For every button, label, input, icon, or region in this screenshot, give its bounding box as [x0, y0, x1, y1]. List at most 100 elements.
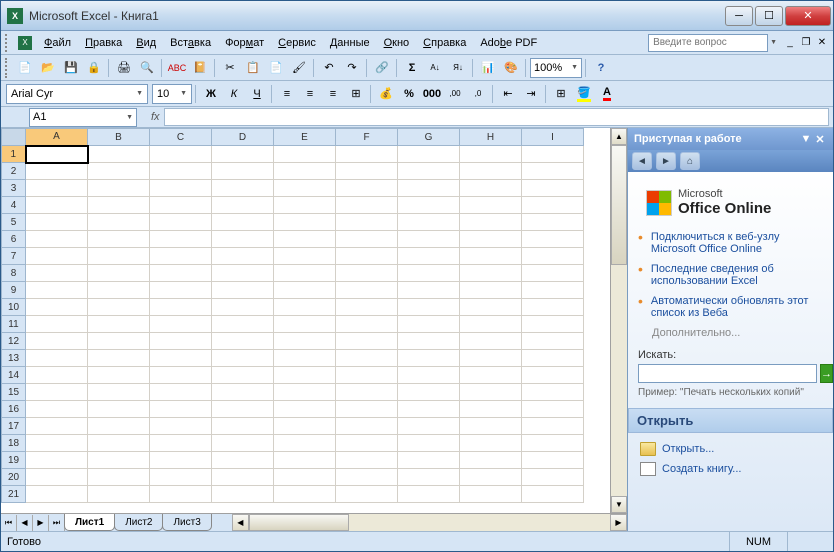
- cell-G17[interactable]: [398, 418, 460, 435]
- cell-I16[interactable]: [522, 401, 584, 418]
- search-input[interactable]: [638, 364, 817, 383]
- cell-A7[interactable]: [26, 248, 88, 265]
- row-header-13[interactable]: 13: [2, 350, 26, 367]
- italic-button[interactable]: К: [223, 83, 245, 105]
- cell-G13[interactable]: [398, 350, 460, 367]
- cell-E3[interactable]: [274, 180, 336, 197]
- cell-B14[interactable]: [88, 367, 150, 384]
- cell-F21[interactable]: [336, 486, 398, 503]
- cell-A13[interactable]: [26, 350, 88, 367]
- cell-D20[interactable]: [212, 469, 274, 486]
- row-header-8[interactable]: 8: [2, 265, 26, 282]
- column-header-I[interactable]: I: [522, 129, 584, 146]
- cell-E9[interactable]: [274, 282, 336, 299]
- scroll-thumb[interactable]: [611, 145, 627, 265]
- row-header-2[interactable]: 2: [2, 163, 26, 180]
- cell-H12[interactable]: [460, 333, 522, 350]
- align-left-button[interactable]: ≡: [276, 83, 298, 105]
- cell-F6[interactable]: [336, 231, 398, 248]
- cell-D1[interactable]: [212, 146, 274, 163]
- cell-D3[interactable]: [212, 180, 274, 197]
- cell-B8[interactable]: [88, 265, 150, 282]
- cell-D11[interactable]: [212, 316, 274, 333]
- cell-D14[interactable]: [212, 367, 274, 384]
- cell-B1[interactable]: [88, 146, 150, 163]
- cell-C21[interactable]: [150, 486, 212, 503]
- row-header-1[interactable]: 1: [2, 146, 26, 163]
- cell-C1[interactable]: [150, 146, 212, 163]
- cell-A15[interactable]: [26, 384, 88, 401]
- autosum-button[interactable]: Σ: [401, 57, 423, 79]
- cell-I18[interactable]: [522, 435, 584, 452]
- nav-back-button[interactable]: ◄: [632, 152, 652, 170]
- cell-H7[interactable]: [460, 248, 522, 265]
- cell-C15[interactable]: [150, 384, 212, 401]
- cell-B16[interactable]: [88, 401, 150, 418]
- cell-A6[interactable]: [26, 231, 88, 248]
- cell-B11[interactable]: [88, 316, 150, 333]
- cell-A12[interactable]: [26, 333, 88, 350]
- cell-A17[interactable]: [26, 418, 88, 435]
- sheet-tab-1[interactable]: Лист1: [64, 514, 115, 531]
- name-box[interactable]: A1▼: [29, 108, 137, 127]
- cell-B17[interactable]: [88, 418, 150, 435]
- cell-F14[interactable]: [336, 367, 398, 384]
- worksheet-grid[interactable]: ABCDEFGHI1234567891011121314151617181920…: [1, 128, 610, 513]
- cell-F5[interactable]: [336, 214, 398, 231]
- cell-I13[interactable]: [522, 350, 584, 367]
- menu-format[interactable]: Формат: [218, 35, 271, 51]
- column-header-B[interactable]: B: [88, 129, 150, 146]
- open-button[interactable]: 📂: [37, 57, 59, 79]
- menu-adobe-pdf[interactable]: Adobe PDF: [473, 35, 544, 51]
- cut-button[interactable]: ✂: [219, 57, 241, 79]
- cell-A9[interactable]: [26, 282, 88, 299]
- cell-G3[interactable]: [398, 180, 460, 197]
- row-header-5[interactable]: 5: [2, 214, 26, 231]
- maximize-button[interactable]: ☐: [755, 6, 783, 26]
- cell-C18[interactable]: [150, 435, 212, 452]
- cell-G20[interactable]: [398, 469, 460, 486]
- column-header-A[interactable]: A: [26, 129, 88, 146]
- cell-I8[interactable]: [522, 265, 584, 282]
- cell-E2[interactable]: [274, 163, 336, 180]
- cell-A10[interactable]: [26, 299, 88, 316]
- minimize-button[interactable]: ─: [725, 6, 753, 26]
- cell-C11[interactable]: [150, 316, 212, 333]
- cell-A14[interactable]: [26, 367, 88, 384]
- cell-C13[interactable]: [150, 350, 212, 367]
- cell-G1[interactable]: [398, 146, 460, 163]
- cell-C7[interactable]: [150, 248, 212, 265]
- tab-nav-last[interactable]: ⏭: [49, 515, 65, 531]
- cell-A1[interactable]: [26, 146, 88, 163]
- increase-decimal-button[interactable]: ,00: [444, 83, 466, 105]
- cell-A3[interactable]: [26, 180, 88, 197]
- cell-B19[interactable]: [88, 452, 150, 469]
- font-name-combo[interactable]: Arial Cyr▼: [6, 84, 148, 104]
- cell-G5[interactable]: [398, 214, 460, 231]
- scroll-up-button[interactable]: ▲: [611, 128, 627, 145]
- nav-forward-button[interactable]: ►: [656, 152, 676, 170]
- cell-G6[interactable]: [398, 231, 460, 248]
- currency-button[interactable]: 💰: [375, 83, 397, 105]
- row-header-21[interactable]: 21: [2, 486, 26, 503]
- cell-E8[interactable]: [274, 265, 336, 282]
- row-header-6[interactable]: 6: [2, 231, 26, 248]
- row-header-4[interactable]: 4: [2, 197, 26, 214]
- cell-E11[interactable]: [274, 316, 336, 333]
- comma-button[interactable]: 000: [421, 83, 443, 105]
- cell-I21[interactable]: [522, 486, 584, 503]
- more-link[interactable]: Дополнительно...: [652, 327, 823, 339]
- cell-B4[interactable]: [88, 197, 150, 214]
- cell-A2[interactable]: [26, 163, 88, 180]
- cell-H3[interactable]: [460, 180, 522, 197]
- cell-H11[interactable]: [460, 316, 522, 333]
- cell-F3[interactable]: [336, 180, 398, 197]
- cell-I10[interactable]: [522, 299, 584, 316]
- cell-G21[interactable]: [398, 486, 460, 503]
- zoom-combo[interactable]: 100%▼: [530, 58, 582, 78]
- save-button[interactable]: 💾: [60, 57, 82, 79]
- cell-G7[interactable]: [398, 248, 460, 265]
- doc-restore-button[interactable]: ❐: [799, 36, 813, 50]
- cell-H20[interactable]: [460, 469, 522, 486]
- cell-A21[interactable]: [26, 486, 88, 503]
